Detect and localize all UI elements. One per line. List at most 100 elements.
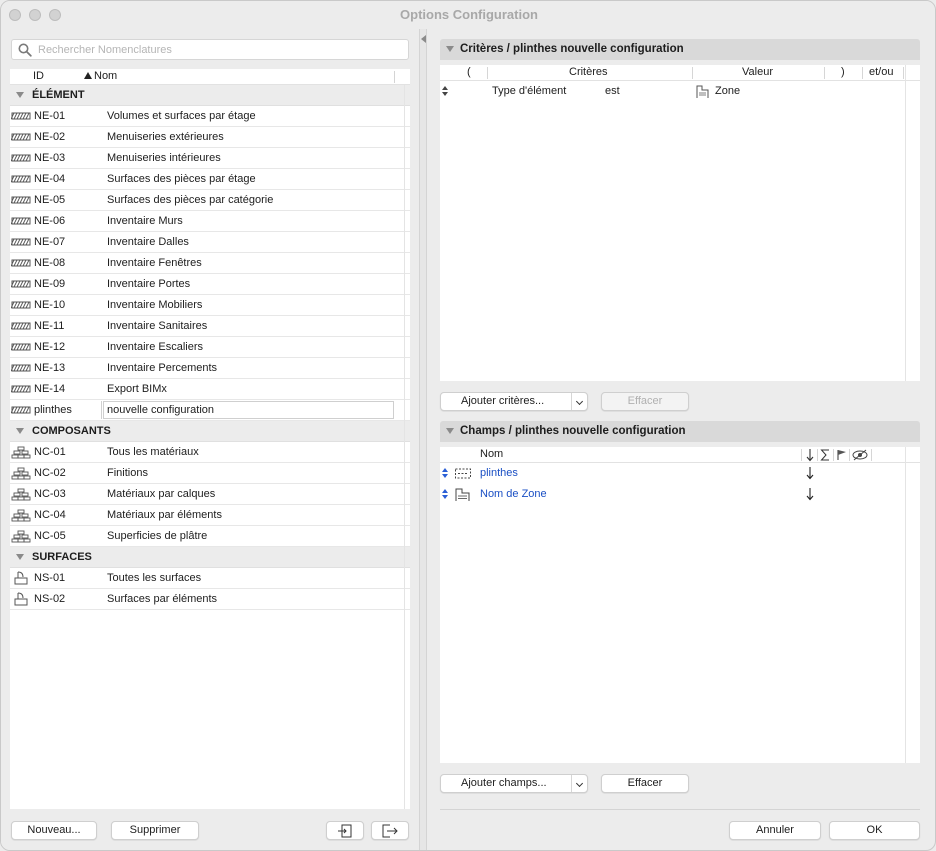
list-item[interactable]: NE-14 Export BIMx <box>10 379 410 400</box>
group-header[interactable]: ÉLÉMENT <box>10 85 410 106</box>
import-button[interactable] <box>326 821 364 840</box>
search-input[interactable] <box>38 41 398 59</box>
ok-button[interactable]: OK <box>829 821 920 840</box>
list-item[interactable]: NE-01 Volumes et surfaces par étage <box>10 106 410 127</box>
col-open-paren: ( <box>467 66 471 78</box>
chevron-down-icon[interactable] <box>571 775 587 792</box>
field-row[interactable]: plinthes <box>440 463 920 484</box>
list-item[interactable]: NE-03 Menuiseries intérieures <box>10 148 410 169</box>
list-item[interactable]: NE-04 Surfaces des pièces par étage <box>10 169 410 190</box>
col-criteres: Critères <box>569 66 608 78</box>
clear-fields-button[interactable]: Effacer <box>601 774 689 793</box>
list-item[interactable]: NC-04 Matériaux par éléments <box>10 505 410 526</box>
criteria-field[interactable]: Type d'élément <box>492 85 566 97</box>
hatch-icon <box>11 133 31 141</box>
hatch-icon <box>11 385 31 393</box>
column-divider <box>101 401 102 419</box>
group-header[interactable]: COMPOSANTS <box>10 421 410 442</box>
list-header: ID Nom <box>10 69 410 85</box>
fields-section-header[interactable]: Champs / plinthes nouvelle configuration <box>440 421 920 442</box>
sort-arrow-icon[interactable] <box>805 487 815 501</box>
fields-table: Nom plinthes Nom de Zone <box>440 447 920 763</box>
search-field[interactable] <box>11 39 409 60</box>
criteria-section-header[interactable]: Critères / plinthes nouvelle configurati… <box>440 39 920 60</box>
collapse-arrow-icon[interactable] <box>421 35 426 43</box>
export-button[interactable] <box>371 821 409 840</box>
item-name-input[interactable]: nouvelle configuration <box>103 401 394 419</box>
schedule-list: ID Nom ÉLÉMENT NE-01 Volumes et surfaces p… <box>10 69 410 809</box>
list-item[interactable]: NE-02 Menuiseries extérieures <box>10 127 410 148</box>
pane-splitter[interactable] <box>419 29 427 850</box>
group-label: SURFACES <box>32 551 92 563</box>
fields-rows: plinthes Nom de Zone <box>440 463 920 505</box>
item-name: Inventaire Fenêtres <box>107 257 202 269</box>
import-icon <box>338 824 352 838</box>
disclosure-triangle-icon[interactable] <box>16 92 24 98</box>
column-divider <box>801 449 802 461</box>
item-name: Inventaire Escaliers <box>107 341 203 353</box>
item-name: Inventaire Portes <box>107 278 191 290</box>
item-name: Surfaces par éléments <box>107 593 218 605</box>
disclosure-triangle-icon[interactable] <box>16 554 24 560</box>
hatch-icon <box>11 259 31 267</box>
column-divider <box>487 67 488 79</box>
item-id-input[interactable]: plinthes <box>34 404 72 416</box>
list-item[interactable]: NE-13 Inventaire Percements <box>10 358 410 379</box>
group-header[interactable]: SURFACES <box>10 547 410 568</box>
column-divider <box>692 67 693 79</box>
fields-header: Nom <box>440 447 920 463</box>
list-scroll-track[interactable] <box>404 85 405 809</box>
new-button[interactable]: Nouveau... <box>11 821 97 840</box>
reorder-handle-icon[interactable] <box>442 489 448 499</box>
disclosure-triangle-icon[interactable] <box>446 46 454 52</box>
list-item[interactable]: NE-11 Inventaire Sanitaires <box>10 316 410 337</box>
list-item[interactable]: NE-05 Surfaces des pièces par catégorie <box>10 190 410 211</box>
disclosure-triangle-icon[interactable] <box>16 428 24 434</box>
list-item[interactable]: NC-02 Finitions <box>10 463 410 484</box>
criteria-header: ( Critères Valeur ) et/ou <box>440 65 920 81</box>
layers-icon <box>11 488 31 501</box>
layers-icon <box>11 467 31 480</box>
field-row[interactable]: Nom de Zone <box>440 484 920 505</box>
item-name: Inventaire Mobiliers <box>107 299 203 311</box>
add-criteria-button[interactable]: Ajouter critères... <box>440 392 588 411</box>
list-item[interactable]: NE-07 Inventaire Dalles <box>10 232 410 253</box>
list-item[interactable]: NE-12 Inventaire Escaliers <box>10 337 410 358</box>
list-item[interactable]: NC-05 Superficies de plâtre <box>10 526 410 547</box>
cancel-button[interactable]: Annuler <box>729 821 821 840</box>
chevron-down-icon[interactable] <box>571 393 587 410</box>
sort-ascending-icon <box>84 72 92 79</box>
item-id: NE-12 <box>34 341 66 353</box>
criteria-value[interactable]: Zone <box>715 85 740 97</box>
column-header-nom[interactable]: Nom <box>94 70 117 82</box>
list-item[interactable]: NE-08 Inventaire Fenêtres <box>10 253 410 274</box>
list-item[interactable]: NS-02 Surfaces par éléments <box>10 589 410 610</box>
disclosure-triangle-icon[interactable] <box>446 428 454 434</box>
add-fields-label: Ajouter champs... <box>461 777 547 789</box>
hatch-icon <box>11 301 31 309</box>
reorder-handle-icon[interactable] <box>442 86 448 96</box>
add-fields-button[interactable]: Ajouter champs... <box>440 774 588 793</box>
sort-arrow-icon[interactable] <box>805 466 815 480</box>
criteria-scroll-track[interactable] <box>905 65 906 381</box>
hatch-icon <box>11 343 31 351</box>
delete-button[interactable]: Supprimer <box>111 821 199 840</box>
reorder-handle-icon[interactable] <box>442 468 448 478</box>
column-header-id[interactable]: ID <box>33 70 44 82</box>
list-item[interactable]: NC-03 Matériaux par calques <box>10 484 410 505</box>
criteria-row[interactable]: Type d'élément est Zone <box>440 81 920 102</box>
criteria-operator[interactable]: est <box>605 85 620 97</box>
hatch-icon <box>11 112 31 120</box>
item-name: Surfaces des pièces par catégorie <box>107 194 274 206</box>
list-item[interactable]: NE-06 Inventaire Murs <box>10 211 410 232</box>
item-name: Inventaire Dalles <box>107 236 189 248</box>
item-name: Inventaire Percements <box>107 362 218 374</box>
list-item[interactable]: NE-10 Inventaire Mobiliers <box>10 295 410 316</box>
list-item[interactable]: NS-01 Toutes les surfaces <box>10 568 410 589</box>
list-item[interactable]: NE-09 Inventaire Portes <box>10 274 410 295</box>
editing-list-item[interactable]: plinthes nouvelle configuration <box>10 400 410 421</box>
fields-scroll-track[interactable] <box>905 447 906 763</box>
list-item[interactable]: NC-01 Tous les matériaux <box>10 442 410 463</box>
hatch-icon <box>11 217 31 225</box>
clear-criteria-button[interactable]: Effacer <box>601 392 689 411</box>
